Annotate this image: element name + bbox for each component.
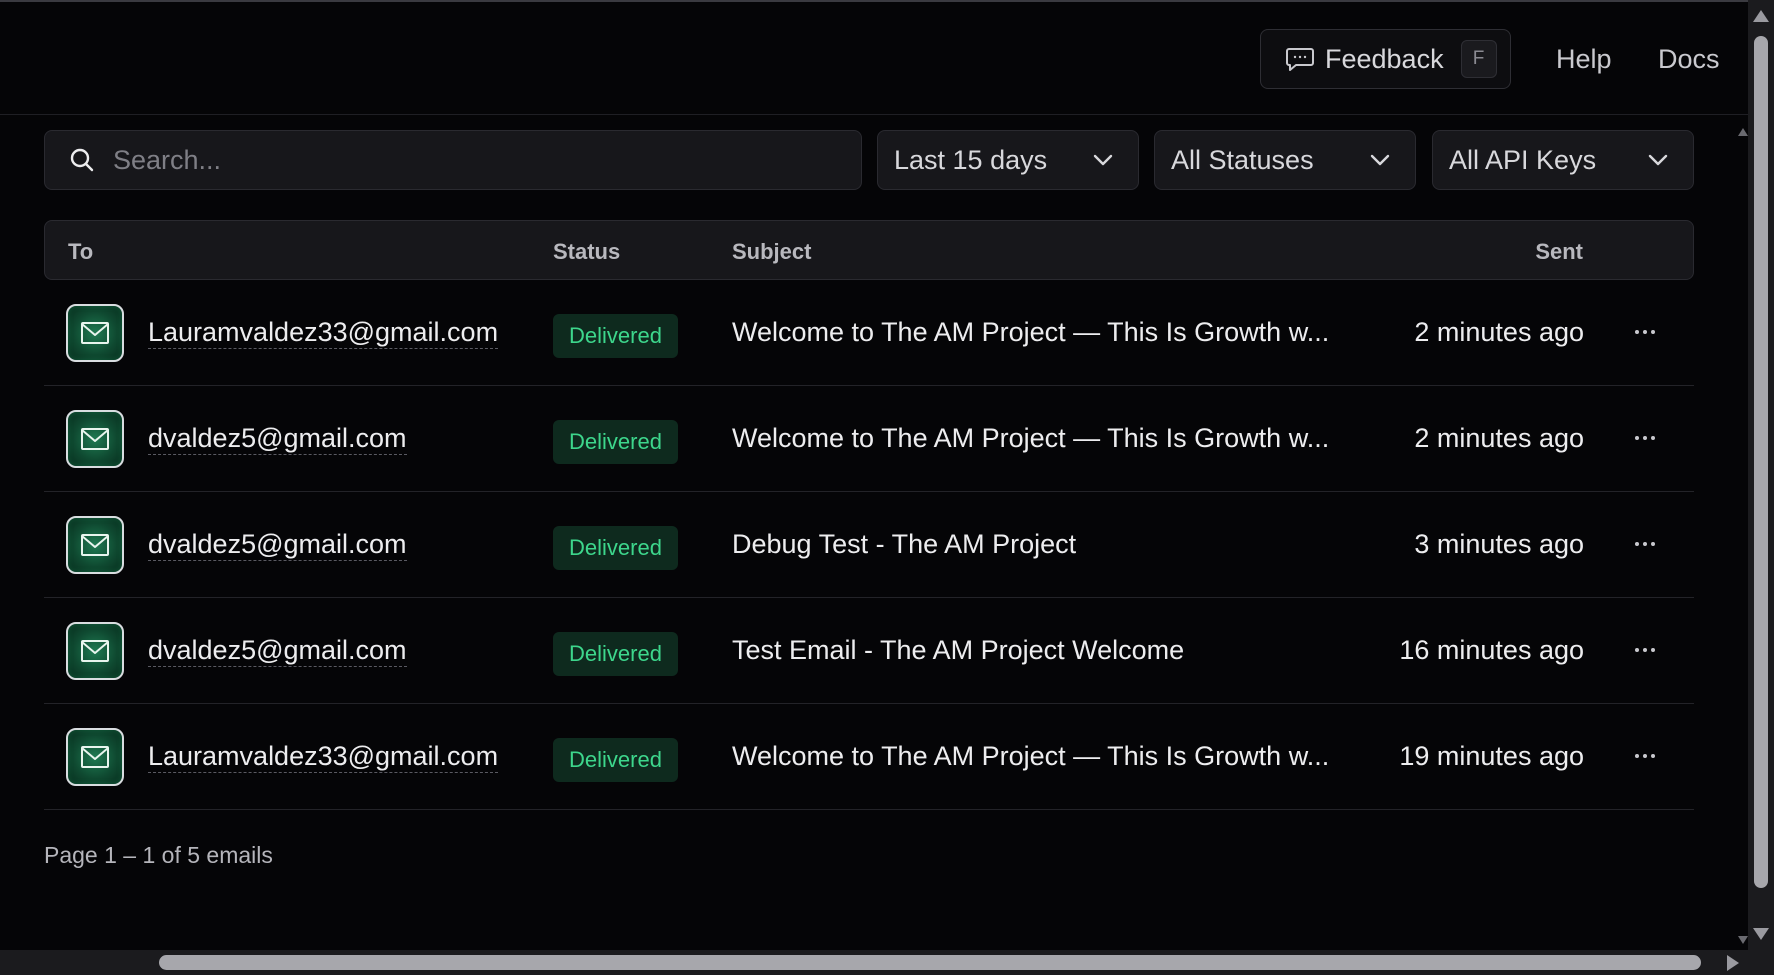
sent-time: 3 minutes ago (1414, 529, 1584, 559)
sent-time: 19 minutes ago (1399, 741, 1584, 771)
column-header-subject: Subject (732, 239, 812, 264)
top-header: Feedback F Help Docs (0, 2, 1748, 115)
scroll-up-arrow[interactable] (1753, 10, 1769, 22)
inner-scroll-down-arrow[interactable] (1738, 936, 1748, 944)
sent-time: 2 minutes ago (1414, 317, 1584, 347)
mail-icon (66, 410, 124, 468)
scrollbar-corner (1748, 950, 1774, 975)
column-header-to: To (68, 239, 94, 264)
sent-time: 2 minutes ago (1414, 423, 1584, 453)
vertical-scrollbar[interactable] (1748, 0, 1774, 950)
mail-icon (66, 304, 124, 362)
status-select[interactable]: All Statuses (1154, 130, 1416, 190)
recipient-email[interactable]: dvaldez5@gmail.com (148, 634, 407, 667)
table-row[interactable]: dvaldez5@gmail.com Delivered Debug Test … (44, 492, 1694, 598)
status-badge: Delivered (553, 632, 678, 676)
horizontal-scrollbar-thumb[interactable] (159, 955, 1701, 970)
inner-scroll-up-arrow[interactable] (1738, 128, 1748, 136)
column-header-status: Status (553, 239, 621, 264)
email-subject: Welcome to The AM Project — This Is Grow… (732, 741, 1330, 771)
api-keys-value: All API Keys (1449, 144, 1597, 175)
recipient-email[interactable]: dvaldez5@gmail.com (148, 528, 407, 561)
table-row[interactable]: dvaldez5@gmail.com Delivered Test Email … (44, 598, 1694, 704)
table-header: To Status Subject Sent (44, 220, 1694, 280)
table-row[interactable]: dvaldez5@gmail.com Delivered Welcome to … (44, 386, 1694, 492)
search-input[interactable] (113, 144, 813, 176)
chevron-down-icon (1093, 154, 1113, 166)
status-badge: Delivered (553, 738, 678, 782)
table-row[interactable]: Lauramvaldez33@gmail.com Delivered Welco… (44, 280, 1694, 386)
feedback-label: Feedback (1325, 43, 1444, 74)
email-subject: Test Email - The AM Project Welcome (732, 635, 1185, 665)
scroll-down-arrow[interactable] (1753, 928, 1769, 940)
more-horizontal-icon[interactable] (1630, 423, 1660, 453)
feedback-shortcut-key: F (1460, 40, 1497, 78)
status-badge: Delivered (553, 420, 678, 464)
help-link[interactable]: Help (1556, 44, 1612, 75)
email-subject: Debug Test - The AM Project (732, 529, 1077, 559)
mail-icon (66, 728, 124, 786)
recipient-email[interactable]: dvaldez5@gmail.com (148, 422, 407, 455)
date-range-value: Last 15 days (894, 144, 1048, 175)
pagination-text: Page 1 – 1 of 5 emails (44, 842, 273, 868)
vertical-scrollbar-thumb[interactable] (1754, 36, 1768, 888)
docs-link[interactable]: Docs (1658, 44, 1720, 75)
scroll-right-arrow[interactable] (1727, 955, 1739, 971)
feedback-button[interactable]: Feedback F (1260, 29, 1511, 89)
email-subject: Welcome to The AM Project — This Is Grow… (732, 423, 1330, 453)
more-horizontal-icon[interactable] (1630, 529, 1660, 559)
table-row[interactable]: Lauramvaldez33@gmail.com Delivered Welco… (44, 704, 1694, 810)
email-subject: Welcome to The AM Project — This Is Grow… (732, 317, 1330, 347)
more-horizontal-icon[interactable] (1630, 317, 1660, 347)
more-horizontal-icon[interactable] (1630, 635, 1660, 665)
date-range-select[interactable]: Last 15 days (877, 130, 1139, 190)
status-badge: Delivered (553, 314, 678, 358)
status-badge: Delivered (553, 526, 678, 570)
search-box[interactable] (44, 130, 862, 190)
more-horizontal-icon[interactable] (1630, 741, 1660, 771)
recipient-email[interactable]: Lauramvaldez33@gmail.com (148, 316, 499, 349)
horizontal-scrollbar[interactable] (0, 950, 1748, 975)
recipient-email[interactable]: Lauramvaldez33@gmail.com (148, 740, 499, 773)
api-keys-select[interactable]: All API Keys (1432, 130, 1694, 190)
chevron-down-icon (1370, 154, 1390, 166)
message-dots-icon (1286, 48, 1314, 71)
column-header-sent: Sent (1535, 239, 1583, 264)
sent-time: 16 minutes ago (1399, 635, 1584, 665)
search-icon (70, 148, 94, 172)
chevron-down-icon (1648, 154, 1668, 166)
mail-icon (66, 516, 124, 574)
status-value: All Statuses (1171, 144, 1314, 175)
mail-icon (66, 622, 124, 680)
